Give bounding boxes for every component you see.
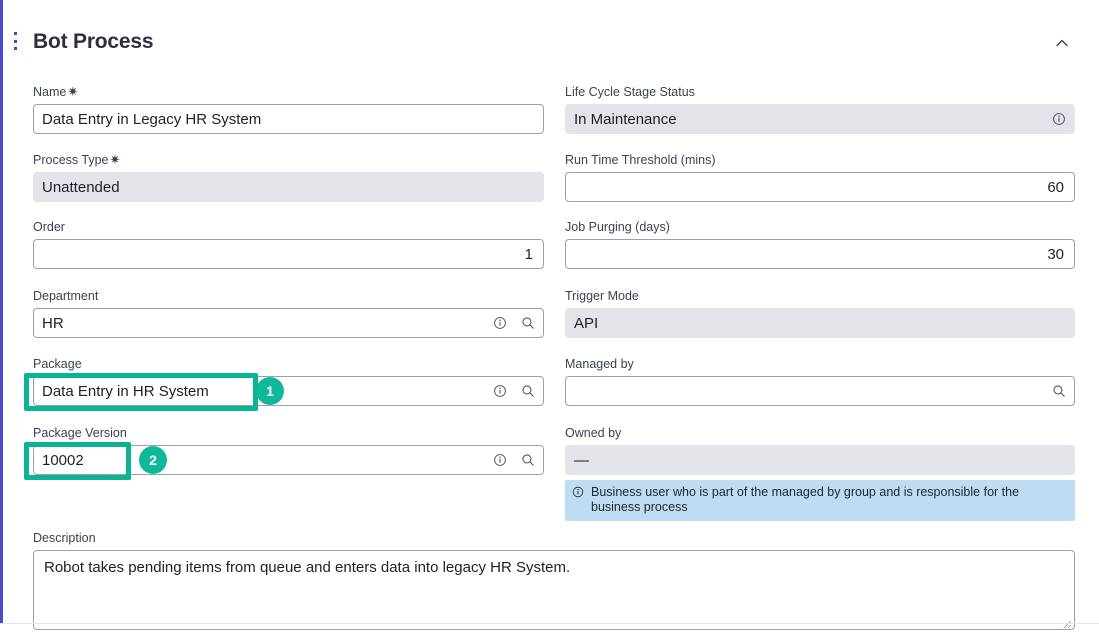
panel-header: Bot Process [0, 0, 1099, 68]
field-label-process-type: Process Type✷ [33, 152, 121, 167]
description-textarea[interactable]: Robot takes pending items from queue and… [33, 550, 1075, 630]
info-circle-icon [572, 486, 584, 502]
info-icon[interactable] [1052, 112, 1066, 126]
life-cycle-adornments [1044, 112, 1066, 126]
field-label-job-purging: Job Purging (days) [565, 220, 670, 234]
field-package: Package Data Entry in HR System [33, 356, 544, 406]
description-value: Robot takes pending items from queue and… [44, 559, 571, 576]
package-input[interactable]: Data Entry in HR System [33, 376, 544, 406]
search-icon[interactable] [521, 384, 535, 398]
field-department: Department HR [33, 288, 544, 338]
field-label-description: Description [33, 531, 96, 545]
field-label-package: Package [33, 357, 82, 371]
name-input[interactable]: Data Entry in Legacy HR System [33, 104, 544, 134]
field-job-purging: Job Purging (days) 30 [565, 219, 1075, 269]
panel-accent-rail [0, 0, 3, 624]
field-label-managed-by: Managed by [565, 357, 634, 371]
department-input-value: HR [42, 314, 64, 332]
field-package-version: Package Version 10002 [33, 425, 544, 475]
department-adornments [485, 316, 535, 330]
managed-by-adornments [1044, 384, 1066, 398]
trigger-mode-value: API [574, 314, 599, 332]
annotation-badge-2: 2 [139, 446, 167, 474]
field-name: Name✷ Data Entry in Legacy HR System [33, 84, 544, 134]
process-type-value: Unattended [42, 178, 120, 196]
job-purging-value: 30 [1047, 245, 1064, 263]
run-time-threshold-value: 60 [1047, 178, 1064, 196]
package-version-adornments [485, 453, 535, 467]
search-icon[interactable] [521, 316, 535, 330]
annotation-badge-1: 1 [256, 377, 284, 405]
field-run-time-threshold: Run Time Threshold (mins) 60 [565, 152, 1075, 202]
info-icon[interactable] [493, 316, 507, 330]
field-owned-by: Owned by — Business user who is part of … [565, 425, 1075, 521]
run-time-threshold-input[interactable]: 60 [565, 172, 1075, 202]
page-title: Bot Process [33, 30, 154, 53]
life-cycle-stage-status-input: In Maintenance [565, 104, 1075, 134]
collapse-panel-button[interactable] [1049, 30, 1075, 56]
process-type-input: Unattended [33, 172, 544, 202]
field-label-run-time-threshold: Run Time Threshold (mins) [565, 153, 716, 167]
required-marker: ✷ [67, 84, 79, 99]
info-icon[interactable] [493, 384, 507, 398]
field-managed-by: Managed by [565, 356, 1075, 406]
field-process-type: Process Type✷ Unattended [33, 152, 544, 202]
field-label-package-version: Package Version [33, 426, 127, 440]
department-input[interactable]: HR [33, 308, 544, 338]
owned-by-info-text: Business user who is part of the managed… [591, 485, 1020, 514]
resize-grip-icon[interactable] [1060, 615, 1072, 629]
field-label-name: Name✷ [33, 84, 79, 99]
field-trigger-mode: Trigger Mode API [565, 288, 1075, 338]
life-cycle-stage-status-value: In Maintenance [574, 110, 677, 128]
field-label-order: Order [33, 220, 65, 234]
kebab-vertical-icon[interactable] [13, 32, 17, 50]
search-icon[interactable] [521, 453, 535, 467]
job-purging-input[interactable]: 30 [565, 239, 1075, 269]
field-label-department: Department [33, 289, 99, 303]
owned-by-info-callout: Business user who is part of the managed… [565, 480, 1075, 521]
owned-by-value: — [574, 451, 589, 469]
managed-by-input[interactable] [565, 376, 1075, 406]
info-icon[interactable] [493, 453, 507, 467]
field-label-owned-by: Owned by [565, 426, 622, 440]
search-icon[interactable] [1052, 384, 1066, 398]
required-marker: ✷ [109, 152, 121, 167]
package-adornments [485, 384, 535, 398]
chevron-up-icon [1056, 39, 1068, 47]
field-life-cycle-stage-status: Life Cycle Stage Status In Maintenance [565, 84, 1075, 134]
field-order: Order 1 [33, 219, 544, 269]
trigger-mode-input: API [565, 308, 1075, 338]
field-label-life-cycle-stage-status: Life Cycle Stage Status [565, 85, 695, 99]
package-version-input[interactable]: 10002 [33, 445, 544, 475]
package-version-input-value: 10002 [42, 451, 84, 469]
owned-by-input: — [565, 445, 1075, 475]
order-input[interactable]: 1 [33, 239, 544, 269]
field-label-trigger-mode: Trigger Mode [565, 289, 639, 303]
name-input-value: Data Entry in Legacy HR System [42, 110, 262, 128]
order-input-value: 1 [524, 245, 533, 263]
field-description: Description Robot takes pending items fr… [33, 530, 1075, 630]
